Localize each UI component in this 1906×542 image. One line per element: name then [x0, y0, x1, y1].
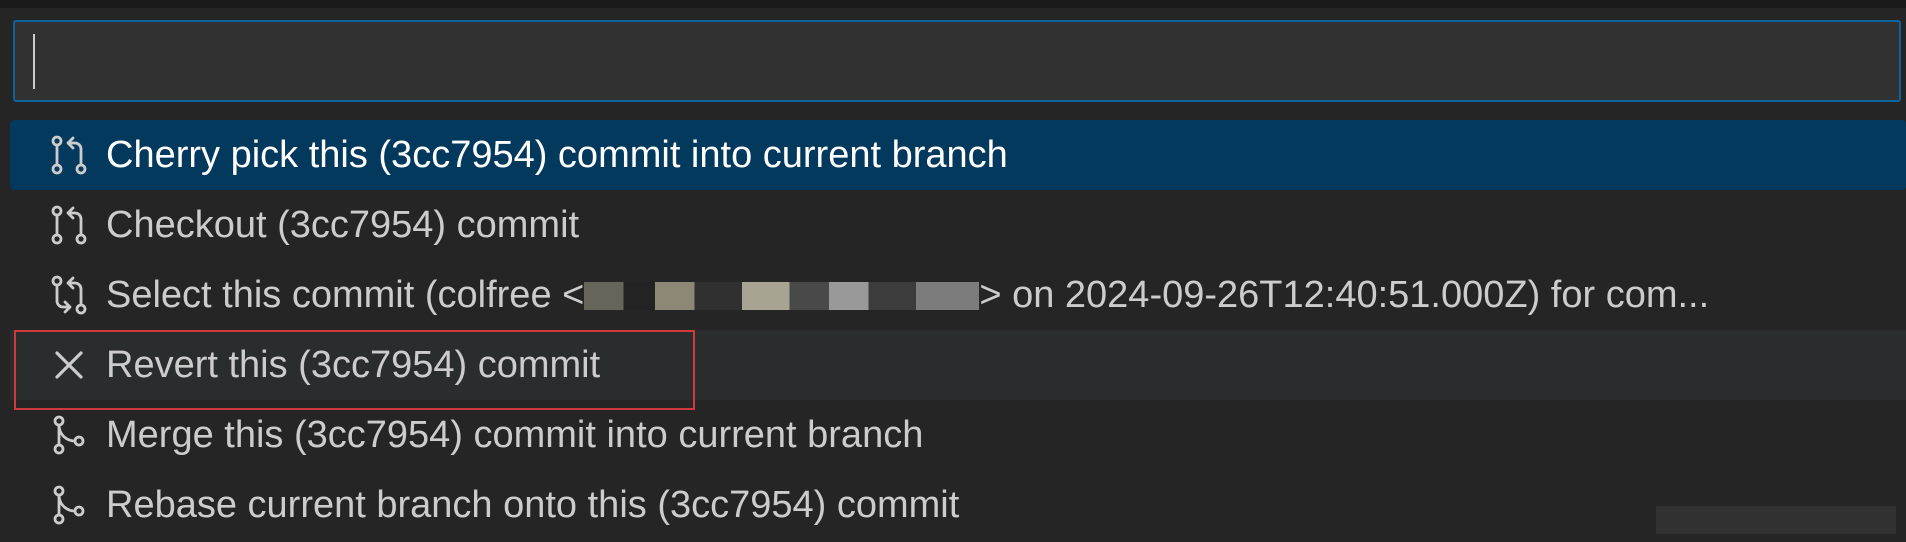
- quick-pick-input[interactable]: [15, 22, 1899, 100]
- quick-pick-widget: Cherry pick this (3cc7954) commit into c…: [0, 0, 1906, 542]
- text-caret: [33, 34, 35, 89]
- git-compare-icon: [42, 268, 96, 322]
- list-item-merge[interactable]: Merge this (3cc7954) commit into current…: [10, 400, 1906, 470]
- label-prefix: Select this commit (colfree <: [106, 273, 585, 316]
- top-strip: [0, 0, 1906, 8]
- git-merge-icon: [42, 408, 96, 462]
- list-item-select-for-compare[interactable]: Select this commit (colfree < > on 2024-0…: [10, 260, 1906, 330]
- quick-pick-input-container[interactable]: [13, 20, 1901, 102]
- list-item-revert[interactable]: Revert this (3cc7954) commit: [10, 330, 1906, 400]
- list-item-label: Select this commit (colfree < > on 2024-0…: [106, 274, 1709, 317]
- list-item-label: Merge this (3cc7954) commit into current…: [106, 413, 924, 456]
- close-icon: [42, 338, 96, 392]
- list-item-rebase[interactable]: Rebase current branch onto this (3cc7954…: [10, 470, 1906, 540]
- list-item-label: Revert this (3cc7954) commit: [106, 343, 601, 386]
- git-merge-icon: [42, 478, 96, 532]
- watermark: [1656, 506, 1896, 534]
- list-item-label: Checkout (3cc7954) commit: [106, 203, 580, 246]
- list-item-checkout[interactable]: Checkout (3cc7954) commit: [10, 190, 1906, 260]
- list-item-label: Rebase current branch onto this (3cc7954…: [106, 483, 960, 526]
- git-pull-request-icon: [42, 128, 96, 182]
- list-item-label: Cherry pick this (3cc7954) commit into c…: [106, 133, 1008, 176]
- label-suffix: > on 2024-09-26T12:40:51.000Z) for com..…: [979, 273, 1710, 316]
- git-pull-request-icon: [42, 198, 96, 252]
- list-item-cherry-pick[interactable]: Cherry pick this (3cc7954) commit into c…: [10, 120, 1906, 190]
- redacted-email: [584, 282, 980, 311]
